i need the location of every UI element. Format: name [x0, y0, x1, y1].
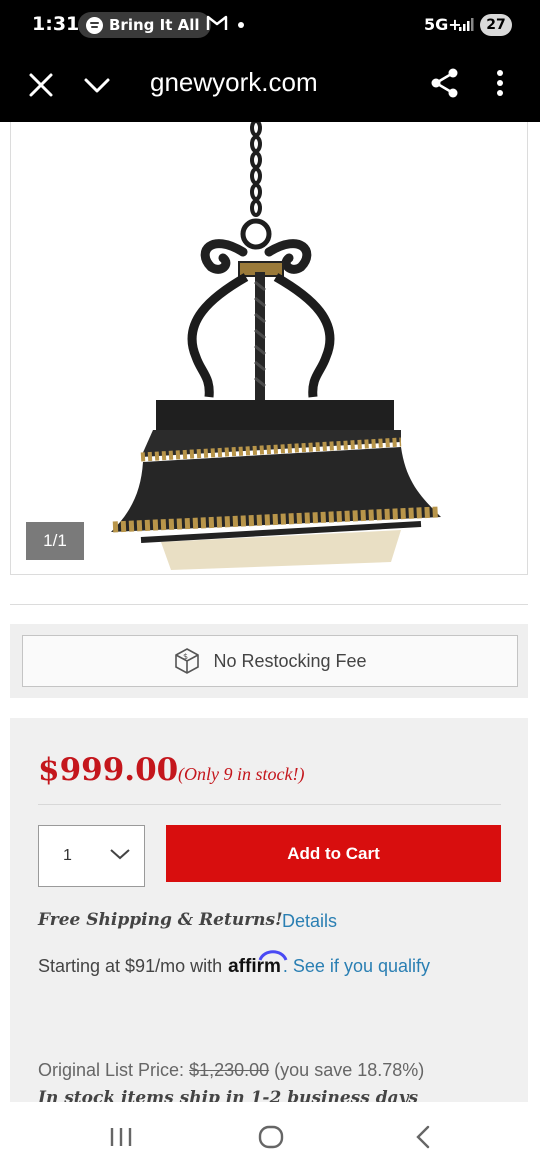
battery-badge: 27 — [480, 14, 512, 36]
share-icon[interactable] — [428, 66, 462, 100]
system-nav-bar — [0, 1102, 540, 1170]
stock-note: (Only 9 in stock!) — [178, 764, 305, 784]
browser-toolbar: gnewyork.com — [0, 50, 540, 122]
product-pendant-lamp-image — [111, 122, 441, 570]
gmail-icon — [206, 15, 228, 30]
box-dollar-icon: $ — [175, 648, 200, 674]
savings-text: (you save 18.78%) — [274, 1060, 425, 1080]
financing-row: Starting at $91/mo with affirm . See if … — [38, 950, 430, 978]
home-icon[interactable] — [258, 1124, 284, 1150]
close-icon[interactable] — [24, 68, 58, 102]
svg-text:$: $ — [183, 652, 188, 661]
chevron-down-icon — [110, 849, 130, 860]
restock-label: No Restocking Fee — [213, 650, 367, 671]
affirm-logo: affirm — [228, 950, 288, 978]
recent-apps-icon[interactable] — [108, 1126, 134, 1148]
image-counter: 1/1 — [26, 522, 84, 560]
chevron-down-icon[interactable] — [80, 68, 114, 102]
add-to-cart-button[interactable]: Add to Cart — [166, 825, 501, 882]
price: $999.00 — [38, 752, 179, 788]
media-pill-label: Bring It All — [109, 16, 200, 34]
quantity-select[interactable]: 1 — [38, 825, 145, 887]
spotify-icon — [86, 16, 103, 34]
more-vert-icon[interactable] — [488, 66, 512, 100]
affirm-arc-icon — [258, 950, 288, 961]
media-pill[interactable]: Bring It All — [78, 12, 212, 38]
network-type: 5G+ — [424, 15, 462, 34]
restock-banner: $ No Restocking Fee — [10, 624, 528, 698]
list-price-label: Original List Price: — [38, 1060, 185, 1080]
shipping-label: Free Shipping & Returns! — [38, 910, 283, 930]
section-divider — [10, 604, 528, 605]
url-bar[interactable]: gnewyork.com — [150, 67, 318, 98]
purchase-panel: $999.00 (Only 9 in stock!) 1 Add to Cart… — [10, 718, 528, 1108]
panel-divider — [38, 804, 501, 805]
back-icon[interactable] — [412, 1124, 434, 1150]
financing-text: Starting at $91/mo with — [38, 956, 223, 976]
status-bar: 1:31 Bring It All 5G+ 27 — [0, 0, 540, 50]
quantity-value: 1 — [63, 847, 72, 864]
notification-dot-icon — [238, 22, 244, 28]
product-image-gallery[interactable]: 1/1 — [10, 122, 528, 575]
status-time: 1:31 — [32, 13, 80, 35]
restock-badge: $ No Restocking Fee — [22, 635, 518, 687]
list-price-value: $1,230.00 — [189, 1060, 270, 1080]
list-price-row: Original List Price: $1,230.00 (you save… — [38, 1060, 424, 1081]
signal-icon — [459, 18, 474, 31]
qualify-link[interactable]: . See if you qualify — [283, 956, 430, 977]
details-link[interactable]: Details — [282, 911, 337, 932]
